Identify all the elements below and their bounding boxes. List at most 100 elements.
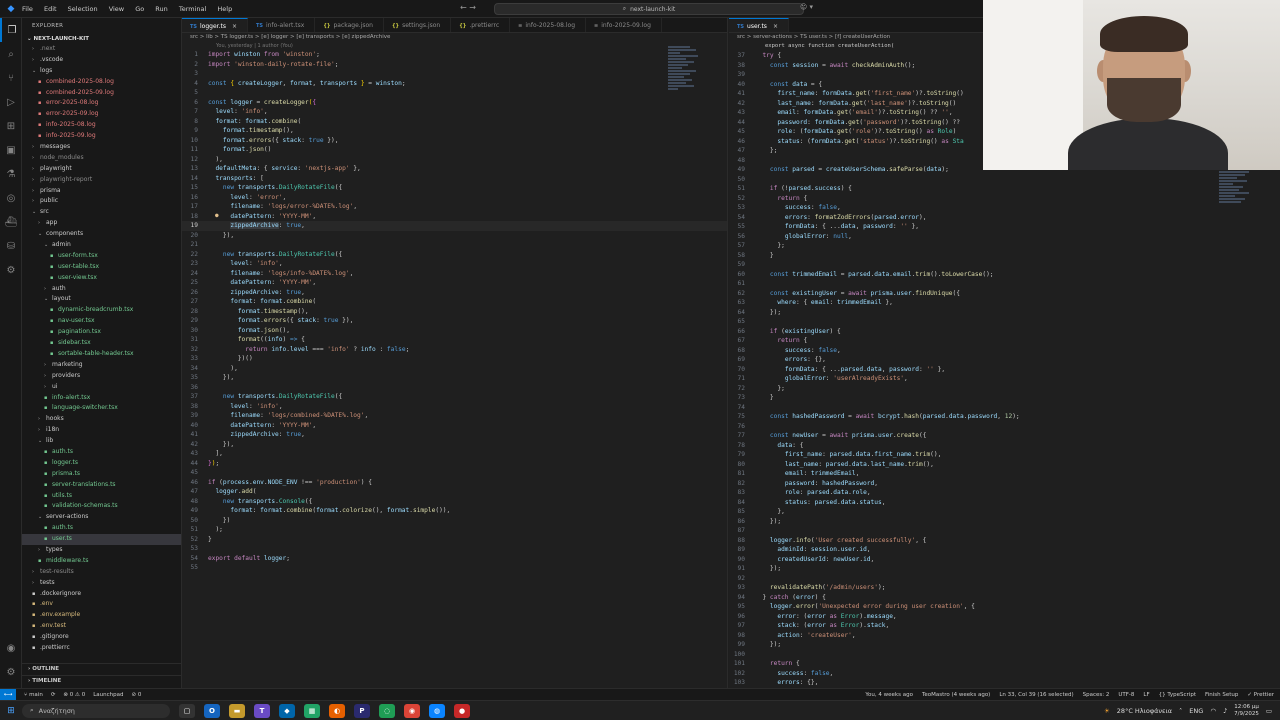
code-line[interactable]: 91 }); bbox=[729, 564, 1280, 574]
file-explorer-icon[interactable]: ▬ bbox=[229, 703, 245, 718]
code-line[interactable]: 83 role: parsed.data.role, bbox=[729, 488, 1280, 498]
code-line[interactable]: 60 const trimmedEmail = parsed.data.emai… bbox=[729, 270, 1280, 280]
code-line[interactable]: 101 return { bbox=[729, 659, 1280, 669]
database-icon[interactable]: ⛁ bbox=[0, 234, 22, 258]
menu-terminal[interactable]: Terminal bbox=[179, 5, 206, 13]
folder-tree-item[interactable]: › app bbox=[22, 218, 181, 229]
file-tree-item[interactable]: ▪ language-switcher.tsx bbox=[22, 403, 181, 414]
code-line[interactable]: 33 })() bbox=[182, 354, 727, 364]
code-line[interactable]: 47 logger.add( bbox=[182, 487, 727, 497]
code-line[interactable]: 43 ], bbox=[182, 449, 727, 459]
language-indicator[interactable]: ENG bbox=[1189, 707, 1203, 715]
code-line[interactable]: 26 zippedArchive: true, bbox=[182, 288, 727, 298]
gitlens-icon[interactable]: ◎ bbox=[0, 186, 22, 210]
code-line[interactable]: 3 bbox=[182, 69, 727, 79]
code-editor-left[interactable]: ● 1 import winston from 'winston'; 2 import… bbox=[182, 50, 727, 573]
code-line[interactable]: 52} bbox=[182, 535, 727, 545]
code-line[interactable]: 93 revalidatePath('/admin/users'); bbox=[729, 583, 1280, 593]
code-line[interactable]: 20 }), bbox=[182, 231, 727, 241]
workspace-root[interactable]: ⌄ NEXT-LAUNCH-KIT bbox=[22, 34, 181, 44]
search-icon[interactable]: ⌕ bbox=[0, 42, 22, 66]
file-tree-item[interactable]: ▪ info-alert.tsx bbox=[22, 393, 181, 404]
code-line[interactable]: 49 format: format.combine(format.coloriz… bbox=[182, 506, 727, 516]
wifi-icon[interactable]: ◠ bbox=[1210, 707, 1216, 715]
editor-tab[interactable]: {} package.json bbox=[315, 18, 384, 32]
remote-indicator-icon[interactable]: ⟷ bbox=[0, 688, 16, 701]
code-line[interactable]: 63 where: { email: trimmedEmail }, bbox=[729, 298, 1280, 308]
file-tree-item[interactable]: ▪ prisma.ts bbox=[22, 469, 181, 480]
code-line[interactable]: 25 datePattern: 'YYYY-MM', bbox=[182, 278, 727, 288]
task-view-icon[interactable]: ▢ bbox=[179, 703, 195, 718]
code-line[interactable]: 18 datePattern: 'YYYY-MM', bbox=[182, 212, 727, 222]
ports-indicator[interactable]: ⊘ 0 bbox=[132, 692, 142, 698]
code-line[interactable]: 4 const { createLogger, format, transport… bbox=[182, 79, 727, 89]
code-line[interactable]: 70 formData: { ...parsed.data, password:… bbox=[729, 365, 1280, 375]
run-debug-icon[interactable]: ▷ bbox=[0, 90, 22, 114]
code-line[interactable]: 95 logger.error('Unexpected error during… bbox=[729, 602, 1280, 612]
menu-view[interactable]: View bbox=[109, 5, 124, 13]
code-line[interactable]: 65 bbox=[729, 317, 1280, 327]
code-line[interactable]: 71 globalError: 'userAlreadyExists', bbox=[729, 374, 1280, 384]
folder-tree-item[interactable]: › public bbox=[22, 196, 181, 207]
code-line[interactable]: 99 }); bbox=[729, 640, 1280, 650]
file-tree-item[interactable]: ▪ user.ts bbox=[22, 534, 181, 545]
code-line[interactable]: 7 level: 'info', bbox=[182, 107, 727, 117]
menu-file[interactable]: File bbox=[22, 5, 33, 13]
file-tree-item[interactable]: ▪ .gitignore bbox=[22, 632, 181, 643]
explorer-icon[interactable]: ❐ bbox=[0, 18, 22, 42]
code-line[interactable]: 53 success: false, bbox=[729, 203, 1280, 213]
git-blame-header[interactable]: You, yesterday | 1 author (You) bbox=[182, 42, 727, 50]
editor-tab[interactable]: TS logger.ts × bbox=[182, 18, 248, 32]
file-tree-item[interactable]: ▪ pagination.tsx bbox=[22, 327, 181, 338]
minimap-right[interactable] bbox=[1219, 168, 1251, 228]
code-line[interactable]: 62 const existingUser = await prisma.use… bbox=[729, 289, 1280, 299]
folder-tree-item[interactable]: ⌄ logs bbox=[22, 66, 181, 77]
code-line[interactable]: 86 }); bbox=[729, 517, 1280, 527]
source-control-icon[interactable]: ⑂ bbox=[0, 66, 22, 90]
whatsapp-icon[interactable]: ◌ bbox=[379, 703, 395, 718]
code-line[interactable]: 30 format.json(), bbox=[182, 326, 727, 336]
code-line[interactable]: 32 return info.level === 'info' ? info :… bbox=[182, 345, 727, 355]
code-line[interactable]: 11 format.json() bbox=[182, 145, 727, 155]
code-line[interactable]: 81 email: trimmedEmail, bbox=[729, 469, 1280, 479]
menu-run[interactable]: Run bbox=[155, 5, 167, 13]
code-line[interactable]: 15 new transports.DailyRotateFile({ bbox=[182, 183, 727, 193]
code-line[interactable]: 96 error: (error as Error).message, bbox=[729, 612, 1280, 622]
code-line[interactable]: 61 bbox=[729, 279, 1280, 289]
editor-tab[interactable]: {} settings.json bbox=[384, 18, 452, 32]
folder-tree-item[interactable]: › playwright bbox=[22, 164, 181, 175]
code-line[interactable]: 89 adminId: session.user.id, bbox=[729, 545, 1280, 555]
menu-help[interactable]: Help bbox=[217, 5, 232, 13]
folder-tree-item[interactable]: › auth bbox=[22, 284, 181, 295]
volume-icon[interactable]: ♪ bbox=[1223, 707, 1227, 715]
code-line[interactable]: 21 bbox=[182, 240, 727, 250]
folder-tree-item[interactable]: › .next bbox=[22, 44, 181, 55]
code-line[interactable]: 40 datePattern: 'YYYY-MM', bbox=[182, 421, 727, 431]
code-line[interactable]: 64 }); bbox=[729, 308, 1280, 318]
premiere-icon[interactable]: P bbox=[354, 703, 370, 718]
code-line[interactable]: 87 bbox=[729, 526, 1280, 536]
code-line[interactable]: 66 if (existingUser) { bbox=[729, 327, 1280, 337]
taskbar-search[interactable]: ⌕ Αναζήτηση bbox=[22, 703, 170, 718]
folder-tree-item[interactable]: › test-results bbox=[22, 567, 181, 578]
file-tree-item[interactable]: ▪ server-translations.ts bbox=[22, 480, 181, 491]
code-line[interactable]: 37 new transports.DailyRotateFile({ bbox=[182, 392, 727, 402]
code-line[interactable]: 36 bbox=[182, 383, 727, 393]
file-tree-item[interactable]: ▪ logger.ts bbox=[22, 458, 181, 469]
file-tree-item[interactable]: ▪ error-2025-08.log bbox=[22, 98, 181, 109]
file-tree-item[interactable]: ▪ info-2025-09.log bbox=[22, 131, 181, 142]
code-line[interactable]: 17 filename: 'logs/error-%DATE%.log', bbox=[182, 202, 727, 212]
folder-tree-item[interactable]: ⌄ components bbox=[22, 229, 181, 240]
docker-icon[interactable]: ⛴ bbox=[0, 210, 22, 234]
folder-tree-item[interactable]: ⌄ lib bbox=[22, 436, 181, 447]
notifications-icon[interactable]: ▭ bbox=[1266, 707, 1272, 715]
folder-tree-item[interactable]: › .vscode bbox=[22, 55, 181, 66]
folder-tree-item[interactable]: › prisma bbox=[22, 186, 181, 197]
code-line[interactable]: 41 zippedArchive: true, bbox=[182, 430, 727, 440]
code-line[interactable]: 79 first_name: parsed.data.first_name.tr… bbox=[729, 450, 1280, 460]
settings-sync-icon[interactable]: ⚙ bbox=[0, 258, 22, 282]
folder-tree-item[interactable]: › ui bbox=[22, 382, 181, 393]
file-tree-item[interactable]: ▪ combined-2025-08.log bbox=[22, 77, 181, 88]
code-line[interactable]: 52 return { bbox=[729, 194, 1280, 204]
file-tree-item[interactable]: ▪ .dockerignore bbox=[22, 589, 181, 600]
